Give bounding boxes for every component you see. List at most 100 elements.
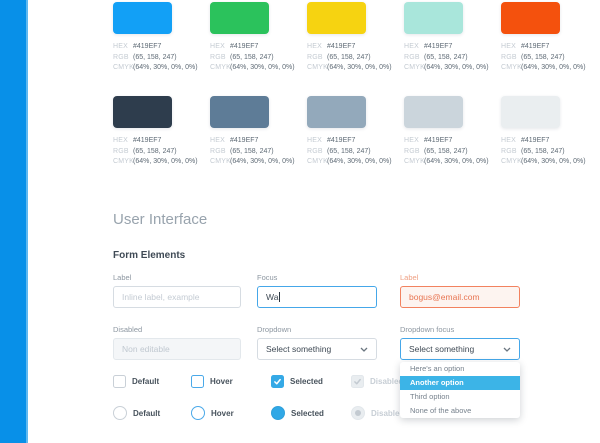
rgb-value: (65, 158, 247) — [521, 54, 565, 61]
radio-selected[interactable]: Selected — [271, 406, 324, 420]
cmyk-label: CMYK — [113, 157, 133, 168]
rgb-value: (65, 158, 247) — [521, 148, 565, 155]
color-swatch — [404, 2, 463, 34]
color-swatch-card: HEX#419EF7 RGB(65, 158, 247) CMYK(64%, 3… — [404, 96, 463, 168]
checkbox-label: Disabled — [370, 377, 403, 386]
cmyk-label: CMYK — [307, 63, 327, 74]
rgb-label: RGB — [307, 147, 327, 158]
rgb-label: RGB — [501, 53, 521, 64]
color-swatch — [501, 96, 560, 128]
dropdown-option[interactable]: Third option — [400, 390, 520, 404]
cmyk-label: CMYK — [501, 157, 521, 168]
cmyk-label: CMYK — [210, 63, 230, 74]
check-icon — [353, 377, 362, 386]
color-swatch-card: HEX#419EF7 RGB(65, 158, 247) CMYK(64%, 3… — [501, 2, 560, 74]
cmyk-label: CMYK — [501, 63, 521, 74]
hex-value: #419EF7 — [133, 137, 161, 144]
hex-value: #419EF7 — [424, 137, 452, 144]
field-label: Label — [113, 273, 241, 282]
color-swatch-card: HEX#419EF7 RGB(65, 158, 247) CMYK(64%, 3… — [113, 96, 172, 168]
checkbox-box[interactable] — [271, 375, 284, 388]
rgb-label: RGB — [501, 147, 521, 158]
input-value: Wa — [266, 292, 278, 302]
text-input-default[interactable] — [113, 286, 241, 308]
field-label: Dropdown — [257, 325, 377, 334]
cmyk-value: (64%, 30%, 0%, 0%) — [327, 158, 392, 165]
dropdown-value: Select something — [409, 344, 474, 354]
checkbox-label: Selected — [290, 377, 323, 386]
color-swatch — [210, 96, 269, 128]
swatch-meta: HEX#419EF7 RGB(65, 158, 247) CMYK(64%, 3… — [113, 42, 172, 74]
checkbox-selected[interactable]: Selected — [271, 375, 323, 388]
dropdown-focus-select[interactable]: Select something — [400, 338, 520, 360]
swatch-meta: HEX#419EF7 RGB(65, 158, 247) CMYK(64%, 3… — [210, 42, 269, 74]
rgb-label: RGB — [404, 53, 424, 64]
rgb-value: (65, 158, 247) — [133, 54, 177, 61]
field-text-error: Label — [400, 273, 520, 308]
dropdown-option[interactable]: None of the above — [400, 404, 520, 418]
hex-value: #419EF7 — [230, 43, 258, 50]
radio-circle[interactable] — [113, 406, 127, 420]
rgb-value: (65, 158, 247) — [230, 54, 274, 61]
checkbox-disabled: Disabled — [351, 375, 403, 388]
rgb-label: RGB — [210, 147, 230, 158]
swatch-meta: HEX#419EF7 RGB(65, 158, 247) CMYK(64%, 3… — [501, 136, 560, 168]
radio-default[interactable]: Default — [113, 406, 160, 420]
dropdown-option-highlighted[interactable]: Another option — [400, 376, 520, 390]
radio-label: Default — [133, 409, 160, 418]
cmyk-value: (64%, 30%, 0%, 0%) — [521, 158, 586, 165]
hex-value: #419EF7 — [230, 137, 258, 144]
hex-value: #419EF7 — [327, 43, 355, 50]
field-label: Focus — [257, 273, 377, 282]
hex-value: #419EF7 — [521, 137, 549, 144]
color-swatch-card: HEX#419EF7 RGB(65, 158, 247) CMYK(64%, 3… — [307, 96, 366, 168]
text-input-error[interactable] — [400, 286, 520, 308]
color-swatch-card: HEX#419EF7 RGB(65, 158, 247) CMYK(64%, 3… — [501, 96, 560, 168]
radio-label: Hover — [211, 409, 234, 418]
cmyk-label: CMYK — [307, 157, 327, 168]
dropdown-option[interactable]: Here's an option — [400, 362, 520, 376]
swatch-meta: HEX#419EF7 RGB(65, 158, 247) CMYK(64%, 3… — [307, 136, 366, 168]
field-text-disabled: Disabled — [113, 325, 241, 360]
chevron-down-icon — [503, 347, 511, 352]
hex-label: HEX — [113, 136, 133, 147]
design-system-page: HEX#419EF7 RGB(65, 158, 247) CMYK(64%, 3… — [0, 0, 600, 443]
swatch-meta: HEX#419EF7 RGB(65, 158, 247) CMYK(64%, 3… — [404, 136, 463, 168]
dropdown-select[interactable]: Select something — [257, 338, 377, 360]
checkbox-label: Default — [132, 377, 159, 386]
field-dropdown-focus: Dropdown focus Select something Here's a… — [400, 325, 520, 360]
swatch-meta: HEX#419EF7 RGB(65, 158, 247) CMYK(64%, 3… — [210, 136, 269, 168]
color-swatch — [113, 2, 172, 34]
hex-label: HEX — [210, 136, 230, 147]
radio-hover[interactable]: Hover — [191, 406, 234, 420]
checkbox-box[interactable] — [113, 375, 126, 388]
swatch-meta: HEX#419EF7 RGB(65, 158, 247) CMYK(64%, 3… — [501, 42, 560, 74]
cmyk-label: CMYK — [404, 63, 424, 74]
radio-dot — [355, 410, 361, 416]
color-swatch — [404, 96, 463, 128]
dropdown-menu: Here's an option Another option Third op… — [400, 362, 520, 418]
hex-label: HEX — [210, 42, 230, 53]
checkbox-label: Hover — [210, 377, 233, 386]
hex-label: HEX — [404, 42, 424, 53]
radio-circle[interactable] — [271, 406, 285, 420]
color-swatch — [210, 2, 269, 34]
rgb-label: RGB — [210, 53, 230, 64]
hex-label: HEX — [307, 136, 327, 147]
checkbox-default[interactable]: Default — [113, 375, 159, 388]
checkbox-box[interactable] — [191, 375, 204, 388]
field-dropdown: Dropdown Select something — [257, 325, 377, 360]
rgb-label: RGB — [113, 147, 133, 158]
cmyk-value: (64%, 30%, 0%, 0%) — [327, 64, 392, 71]
text-input-focus[interactable]: Wa — [257, 286, 377, 308]
field-text-default: Label — [113, 273, 241, 308]
radio-circle — [351, 406, 365, 420]
rgb-label: RGB — [404, 147, 424, 158]
chevron-down-icon — [360, 347, 368, 352]
field-label: Label — [400, 273, 520, 282]
color-swatch — [307, 2, 366, 34]
checkbox-hover[interactable]: Hover — [191, 375, 233, 388]
hex-value: #419EF7 — [327, 137, 355, 144]
cmyk-value: (64%, 30%, 0%, 0%) — [424, 64, 489, 71]
radio-circle[interactable] — [191, 406, 205, 420]
